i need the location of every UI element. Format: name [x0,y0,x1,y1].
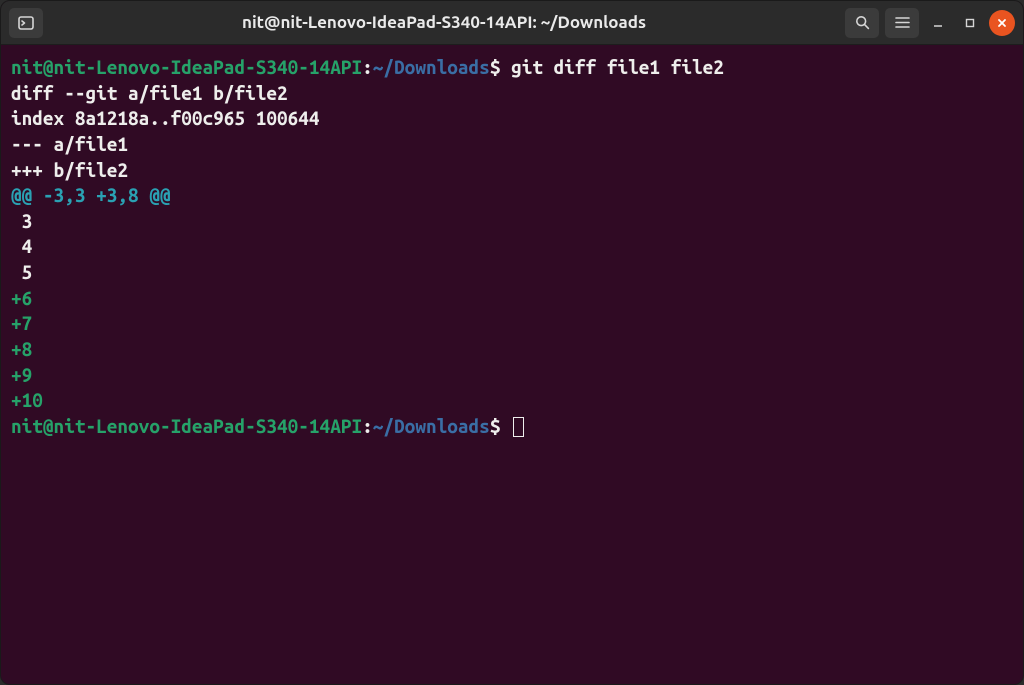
menu-button[interactable] [885,8,919,38]
maximize-button[interactable] [957,10,983,36]
prompt-cwd: ~/Downloads [373,415,490,437]
diff-context-line: 5 [11,261,32,283]
diff-added-line: +7 [11,312,32,334]
close-button[interactable] [989,10,1015,36]
search-icon [855,15,870,30]
search-button[interactable] [845,8,879,38]
diff-added-line: +10 [11,389,43,411]
diff-header: diff --git a/file1 b/file2 [11,82,288,104]
prompt-colon: : [362,56,373,78]
prompt-dollar: $ [490,415,501,437]
diff-context-line: 4 [11,235,32,257]
prompt-user-host: nit@nit-Lenovo-IdeaPad-S340-14API [11,415,362,437]
prompt-dollar: $ [490,56,501,78]
prompt-cwd: ~/Downloads [373,56,490,78]
prompt-user-host: nit@nit-Lenovo-IdeaPad-S340-14API [11,56,362,78]
diff-hunk: @@ -3,3 +3,8 @@ [11,184,171,206]
diff-plus-file: +++ b/file2 [11,159,128,181]
titlebar: nit@nit-Lenovo-IdeaPad-S340-14API: ~/Dow… [1,1,1023,45]
hamburger-icon [895,16,910,29]
diff-added-line: +8 [11,338,32,360]
terminal-body[interactable]: nit@nit-Lenovo-IdeaPad-S340-14API:~/Down… [1,45,1023,684]
command-text: git diff file1 file2 [511,56,724,78]
diff-index: index 8a1218a..f00c965 100644 [11,107,320,129]
diff-minus-file: --- a/file1 [11,133,128,155]
minimize-icon [932,17,944,29]
cursor [513,417,524,437]
new-tab-button[interactable] [9,8,43,38]
close-icon [996,17,1008,29]
diff-added-line: +6 [11,287,32,309]
window-title: nit@nit-Lenovo-IdeaPad-S340-14API: ~/Dow… [43,13,845,32]
prompt-colon: : [362,415,373,437]
diff-context-line: 3 [11,210,32,232]
terminal-icon [18,16,34,30]
maximize-icon [964,17,976,29]
diff-added-line: +9 [11,364,32,386]
minimize-button[interactable] [925,10,951,36]
terminal-window: nit@nit-Lenovo-IdeaPad-S340-14API: ~/Dow… [0,0,1024,685]
